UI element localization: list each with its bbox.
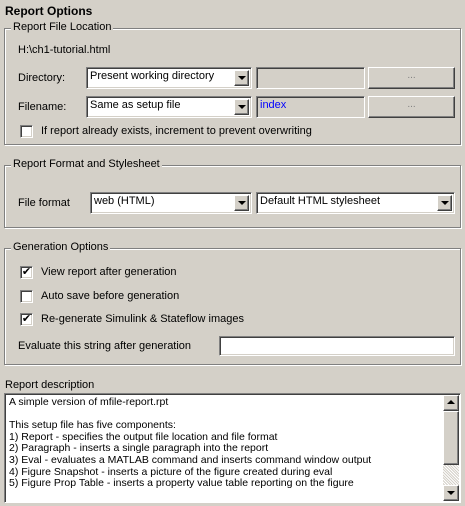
filename-text-value: index (260, 99, 287, 111)
chevron-down-icon[interactable] (234, 195, 249, 211)
report-file-location-legend: Report File Location (11, 21, 114, 33)
description-line: A simple version of mfile-report.rpt (9, 396, 169, 408)
report-description-label: Report description (5, 379, 95, 391)
view-report-label: View report after generation (41, 266, 177, 278)
increment-label: If report already exists, increment to p… (41, 125, 312, 137)
filename-label: Filename: (18, 101, 67, 113)
filename-select[interactable]: Same as setup file (86, 96, 252, 118)
page-title: Report Options (5, 4, 93, 18)
file-format-value: web (HTML) (94, 195, 155, 207)
scroll-up-icon[interactable] (443, 395, 459, 411)
report-format-legend: Report Format and Stylesheet (11, 158, 162, 170)
directory-path-field (256, 67, 365, 89)
regenerate-images-label: Re-generate Simulink & Stateflow images (41, 313, 244, 325)
filename-browse-button: ... (368, 96, 455, 118)
stylesheet-select[interactable]: Default HTML stylesheet (256, 192, 455, 214)
scroll-down-icon[interactable] (443, 485, 459, 501)
evaluate-string-input[interactable] (219, 336, 455, 356)
chevron-down-icon[interactable] (234, 70, 249, 86)
filename-select-value: Same as setup file (90, 99, 181, 111)
evaluate-string-label: Evaluate this string after generation (18, 340, 192, 352)
report-description-textarea[interactable]: A simple version of mfile-report.rpt This… (4, 393, 461, 503)
description-scrollbar[interactable] (443, 395, 459, 501)
chevron-down-icon[interactable] (437, 195, 452, 211)
directory-label: Directory: (18, 72, 66, 84)
file-format-select[interactable]: web (HTML) (90, 192, 252, 214)
scrollbar-thumb[interactable] (443, 411, 459, 465)
filename-text-field: index (256, 96, 365, 118)
report-description-text: A simple version of mfile-report.rpt This… (9, 396, 440, 490)
directory-select-value: Present working directory (90, 70, 215, 82)
checkmark-icon: ✔ (21, 313, 32, 325)
increment-checkbox[interactable] (20, 125, 33, 138)
description-line: 3) Eval - evaluates a MATLAB command and… (9, 453, 372, 466)
file-format-label: File format (18, 197, 70, 209)
auto-save-checkbox[interactable] (20, 290, 33, 303)
generation-options-legend: Generation Options (11, 241, 111, 253)
view-report-checkbox[interactable]: ✔ (20, 266, 33, 279)
directory-browse-button: ... (368, 67, 455, 89)
description-line: 5) Figure Prop Table - inserts a propert… (9, 477, 354, 490)
regenerate-images-checkbox[interactable]: ✔ (20, 313, 33, 326)
auto-save-label: Auto save before generation (41, 290, 180, 302)
checkmark-icon: ✔ (21, 266, 32, 278)
chevron-down-icon[interactable] (234, 99, 249, 115)
report-path-text: H:\ch1-tutorial.html (18, 44, 111, 56)
directory-select[interactable]: Present working directory (86, 67, 252, 89)
stylesheet-value: Default HTML stylesheet (260, 195, 381, 207)
